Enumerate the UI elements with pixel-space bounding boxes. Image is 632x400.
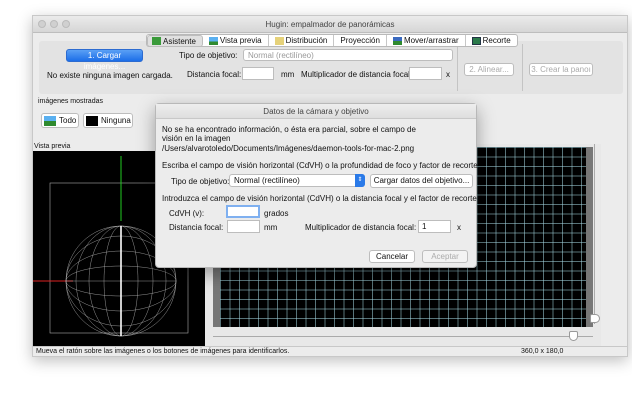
multiplier-label: Multiplicador de distancia focal: [305,223,417,232]
mm-label: mm [264,223,278,232]
landscape-icon [208,36,218,45]
window-title: Hugin: empalmador de panorámicas [265,20,395,29]
cancel-button[interactable]: Cancelar [369,250,415,263]
lens-type-value: Normal (rectilíneo) [234,176,300,185]
divider [522,44,523,91]
tab-label: Distribución [285,35,328,45]
minimize-button[interactable] [50,20,58,28]
hfov-label: CdVH (v): [169,209,205,218]
dialog-message: No se ha encontrado información, o ésta … [162,125,416,134]
hfov-input[interactable] [226,205,260,218]
x-label: x [457,223,461,232]
show-none-button[interactable]: Ninguna [83,113,133,128]
lens-type-value: Normal (rectilíneo) [248,51,314,60]
create-panorama-button[interactable]: 3. Crear la panoı [529,63,593,76]
crop-icon [471,36,481,45]
close-button[interactable] [38,20,46,28]
focal-length-label: Distancia focal: [169,223,224,232]
preview-label: Vista previa [34,143,71,150]
accept-button[interactable]: Aceptar [422,250,468,263]
image-path: /Users/alvarotoledo/Documents/Imágenes/d… [162,144,415,153]
x-label: x [446,70,450,79]
divider [457,44,458,91]
no-images-icon [86,115,98,126]
lens-type-label: Tipo de objetivo: [171,177,230,186]
all-images-icon [44,115,56,126]
focal-length-input[interactable] [227,220,260,233]
title-bar: Hugin: empalmador de panorámicas [33,16,627,33]
panorama-size: 360,0 x 180,0 [521,348,564,355]
focal-length-label: Distancia focal: [187,70,242,79]
move-icon [392,36,402,45]
horizontal-slider-track[interactable] [213,336,593,337]
shown-images-label: imágenes mostradas [38,98,103,105]
tab-layout[interactable]: Distribución [269,35,335,46]
align-button[interactable]: 2. Alinear... [464,63,514,76]
dialog-title: Datos de la cámara y objetivo [156,104,476,119]
mm-label: mm [281,70,295,79]
status-text: Mueva el ratón sobre las imágenes o los … [36,348,290,355]
status-bar: Mueva el ratón sobre las imágenes o los … [33,346,627,357]
lens-type-label: Tipo de objetivo: [179,51,238,60]
multiplier-input[interactable] [409,67,442,80]
layout-icon [274,36,284,45]
lens-type-select[interactable]: Normal (rectilíneo) [243,49,453,61]
load-lens-button[interactable]: Cargar datos del objetivo... [370,174,473,188]
lens-type-select[interactable]: Normal (rectilíneo) ⇕ [229,174,365,187]
tab-assistant[interactable]: Asistente [147,35,203,47]
vertical-slider-track[interactable] [594,144,595,324]
no-images-text: No existe ninguna imagen cargada. [47,71,173,80]
dialog-message: visión en la imagen [162,134,231,143]
tab-label: Asistente [163,36,196,46]
tab-label: Proyección [340,35,380,45]
chevron-updown-icon: ⇕ [355,174,365,187]
tab-preview[interactable]: Vista previa [203,35,269,46]
tab-bar: Asistente Vista previa Distribución Proy… [146,34,518,47]
multiplier-label: Multiplicador de distancia focal: [301,70,413,79]
tab-label: Vista previa [219,35,262,45]
load-images-button[interactable]: 1. Cargar imágenes... [66,49,143,71]
dialog-instruction: Escriba el campo de visión horizontal (C… [162,161,480,170]
tab-crop[interactable]: Recorte [466,35,517,46]
zoom-button[interactable] [62,20,70,28]
horizontal-slider-thumb[interactable] [569,331,578,341]
focal-length-input[interactable] [242,67,274,80]
assistant-panel: 1. Cargar imágenes... No existe ninguna … [39,41,623,94]
camera-lens-dialog: Datos de la cámara y objetivo No se ha e… [155,103,480,268]
tab-label: Recorte [482,35,511,45]
show-all-label: Todo [59,116,77,125]
show-none-label: Ninguna [101,116,131,125]
vertical-slider-thumb[interactable] [590,314,600,323]
show-all-button[interactable]: Todo [41,113,79,128]
multiplier-input[interactable]: 1 [418,220,451,233]
tab-label: Mover/arrastrar [403,35,459,45]
dialog-instruction: Introduzca el campo de visión horizontal… [162,194,480,203]
tab-move-drag[interactable]: Mover/arrastrar [387,35,466,46]
tab-projection[interactable]: Proyección [334,35,387,46]
degrees-label: grados [264,209,289,218]
wizard-icon [152,37,161,45]
